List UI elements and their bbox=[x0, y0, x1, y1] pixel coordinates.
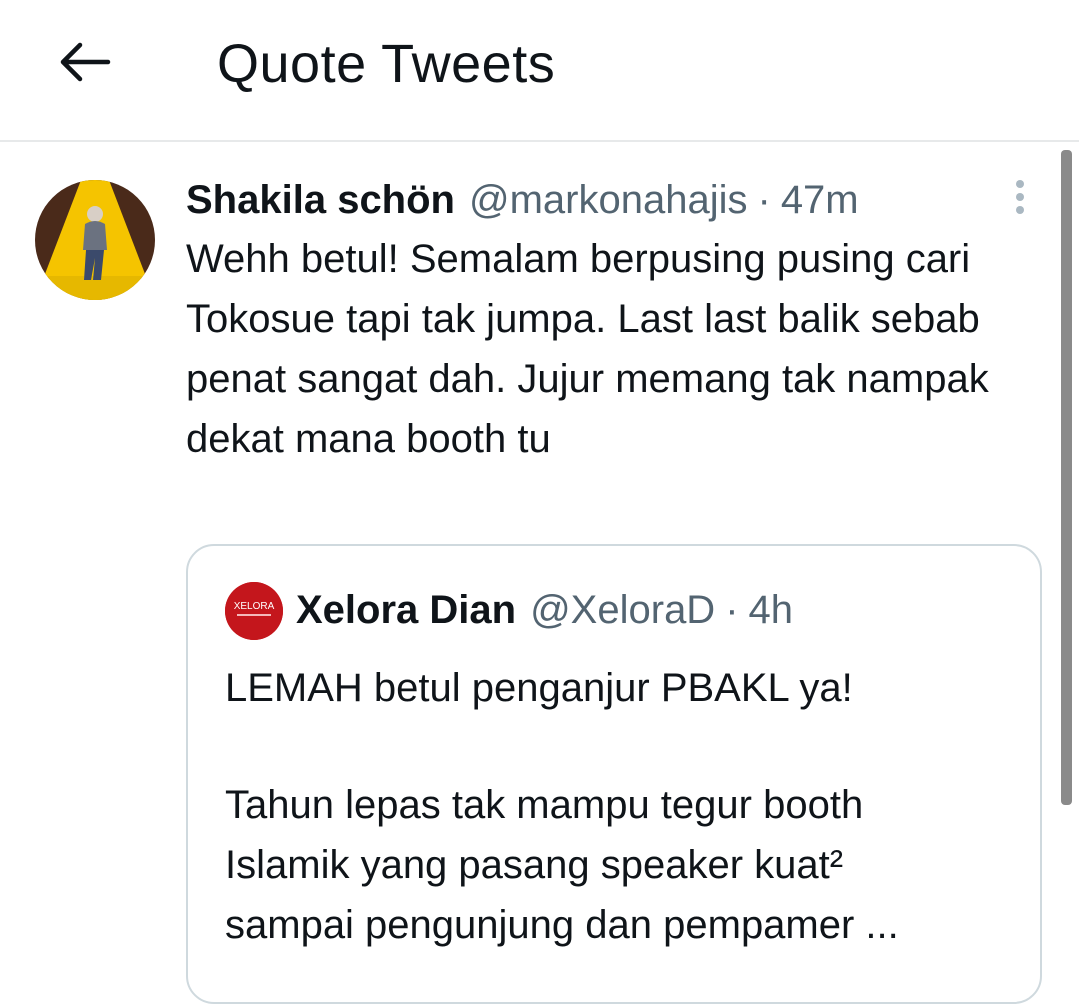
quoted-separator: · bbox=[725, 587, 739, 632]
more-button[interactable] bbox=[1000, 172, 1040, 222]
top-bar: Quote Tweets bbox=[0, 0, 1079, 142]
user-avatar[interactable] bbox=[35, 180, 155, 300]
author-handle[interactable]: @markonahajis bbox=[469, 178, 748, 223]
separator: · bbox=[757, 177, 771, 222]
back-button[interactable] bbox=[52, 32, 116, 92]
tweet-time[interactable]: 47m bbox=[781, 178, 859, 223]
quoted-text-line: Tahun lepas tak mampu tegur booth bbox=[225, 783, 864, 827]
quoted-text-line: sampai pengunjung dan pempamer ... bbox=[225, 903, 899, 947]
scrollbar[interactable] bbox=[1061, 150, 1072, 805]
page-title: Quote Tweets bbox=[217, 34, 556, 94]
quoted-text-line: Islamik yang pasang speaker kuat² bbox=[225, 843, 844, 887]
quoted-time: 4h bbox=[748, 587, 794, 632]
more-dot bbox=[1016, 206, 1024, 214]
tweet-text: Wehh betul! Semalam berpusing pusing car… bbox=[186, 237, 989, 461]
arrow-left-icon bbox=[60, 42, 111, 82]
quoted-text-line: LEMAH betul penganjur PBAKL ya! bbox=[225, 666, 853, 710]
more-dot bbox=[1016, 193, 1024, 201]
quoted-avatar[interactable]: XELORA bbox=[225, 582, 283, 640]
author-name[interactable]: Shakila schön bbox=[186, 178, 455, 223]
quoted-header: Xelora Dian @XeloraD · 4h bbox=[296, 580, 793, 640]
quoted-author-name: Xelora Dian bbox=[296, 587, 517, 632]
xelora-logo-text: XELORA bbox=[234, 601, 275, 612]
more-vertical-icon bbox=[1016, 180, 1024, 188]
quoted-tweet[interactable]: XELORA Xelora Dian @XeloraD · 4h LEMAH b… bbox=[186, 544, 1042, 1004]
quoted-handle: @XeloraD bbox=[530, 587, 716, 632]
tweet-header: Shakila schön @markonahajis · 47m bbox=[186, 170, 859, 230]
